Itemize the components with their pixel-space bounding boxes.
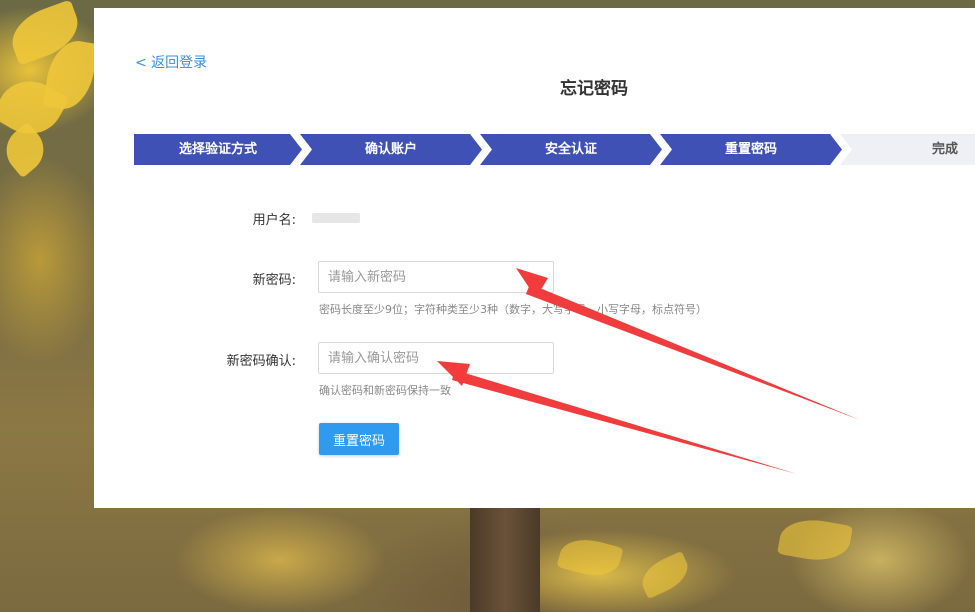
reset-password-button[interactable]: 重置密码 (319, 423, 399, 455)
back-to-login-link[interactable]: < 返回登录 (135, 52, 207, 72)
forgot-password-panel: < 返回登录 忘记密码 选择验证方式 确认账户 安全认证 重置密码 完成 用户名… (94, 8, 975, 508)
step-reset-password: 重置密码 (660, 134, 842, 165)
step-select-verification: 选择验证方式 (134, 134, 302, 165)
step-complete: 完成 (840, 134, 975, 165)
background-tree-trunk (470, 508, 540, 612)
step-security-auth: 安全认证 (480, 134, 662, 165)
step-confirm-account: 确认账户 (300, 134, 482, 165)
confirm-password-label: 新密码确认: (226, 354, 296, 369)
new-password-input[interactable] (318, 261, 554, 293)
page-title: 忘记密码 (560, 79, 628, 99)
progress-steps: 选择验证方式 确认账户 安全认证 重置密码 完成 (134, 134, 975, 165)
new-password-label: 新密码: (252, 273, 296, 288)
new-password-hint: 密码长度至少9位；字符种类至少3种（数字，大写字母，小写字母，标点符号） (319, 303, 707, 316)
confirm-password-input[interactable] (318, 342, 554, 374)
username-label: 用户名: (252, 213, 296, 228)
background-leaf (636, 550, 694, 600)
confirm-password-hint: 确认密码和新密码保持一致 (319, 384, 451, 397)
masked-username-value (312, 213, 360, 223)
background-leaf (556, 532, 624, 583)
background-leaf (777, 514, 853, 566)
